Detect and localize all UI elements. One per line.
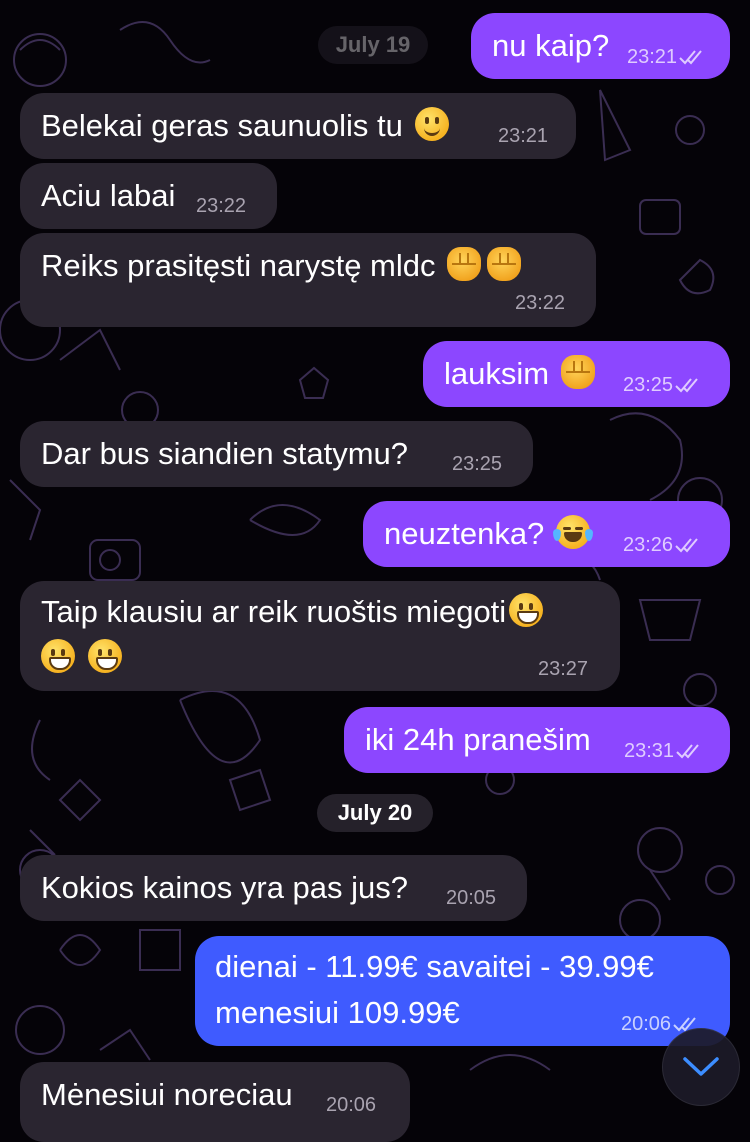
message-time: 23:27 <box>538 658 589 680</box>
message-text: Dar bus siandien statymu? <box>41 436 409 471</box>
message-outgoing[interactable]: neuztenka? 23:26 <box>363 501 730 567</box>
message-time: 23:31 <box>624 740 675 762</box>
message-meta: 23:31 <box>624 739 702 763</box>
oncoming-fist-emoji <box>447 247 482 281</box>
message-text: Kokios kainos yra pas jus? <box>41 870 409 905</box>
message-text: Reiks prasitęsti narystę mldc <box>41 243 524 289</box>
message-text: nu kaip? <box>492 28 610 63</box>
message-incoming[interactable]: Mėnesiui noreciau 20:06 <box>20 1062 410 1142</box>
message-outgoing[interactable]: lauksim 23:25 <box>423 341 730 407</box>
message-time: 20:05 <box>446 887 497 909</box>
message-time: 20:06 <box>326 1094 377 1116</box>
message-incoming[interactable]: Dar bus siandien statymu? 23:25 <box>20 421 533 487</box>
chat-message-list: July 19 nu kaip? 23:21 Belekai geras sau… <box>0 0 750 1142</box>
grinning-face-emoji <box>509 593 544 627</box>
message-outgoing[interactable]: nu kaip? 23:21 <box>471 13 730 79</box>
message-incoming[interactable]: Reiks prasitęsti narystę mldc 23:22 <box>20 233 596 327</box>
message-time: 23:26 <box>623 534 674 556</box>
message-text: iki 24h pranešim <box>365 722 591 757</box>
message-outgoing[interactable]: dienai - 11.99€ savaitei - 39.99€ menesi… <box>195 936 730 1046</box>
message-incoming[interactable]: Aciu labai 23:22 <box>20 163 277 229</box>
message-text: Mėnesiui noreciau <box>41 1077 293 1112</box>
message-meta: 23:26 <box>623 533 701 557</box>
message-time: 20:06 <box>621 1013 672 1035</box>
message-text: lauksim <box>444 351 598 397</box>
double-check-icon <box>676 744 699 759</box>
face-with-tears-of-joy-emoji <box>552 515 593 549</box>
date-separator: July 19 <box>318 26 428 64</box>
grinning-face-emoji <box>41 639 75 673</box>
double-check-icon <box>679 50 702 65</box>
message-incoming[interactable]: Belekai geras saunuolis tu 23:21 <box>20 93 576 159</box>
message-time: 23:21 <box>627 46 678 68</box>
message-time: 23:22 <box>515 292 566 314</box>
message-time: 23:22 <box>196 195 247 217</box>
message-meta: 23:21 <box>627 45 705 69</box>
message-outgoing[interactable]: iki 24h pranešim 23:31 <box>344 707 730 773</box>
message-time: 23:21 <box>498 125 549 147</box>
message-text: Belekai geras saunuolis tu <box>41 103 452 149</box>
message-time: 23:25 <box>452 453 503 475</box>
chevron-down-icon <box>683 1057 719 1076</box>
oncoming-fist-emoji <box>487 247 522 281</box>
message-meta: 23:25 <box>623 373 701 397</box>
message-time: 23:25 <box>623 374 674 396</box>
message-text: Taip klausiu ar reik ruoštis miegoti <box>41 589 546 635</box>
message-emoji-line <box>38 635 125 681</box>
message-incoming[interactable]: Kokios kainos yra pas jus? 20:05 <box>20 855 527 921</box>
double-check-icon <box>675 378 698 393</box>
scroll-to-bottom-button[interactable] <box>662 1028 740 1106</box>
message-incoming[interactable]: Taip klausiu ar reik ruoštis miegoti 23:… <box>20 581 620 691</box>
message-text: neuztenka? <box>384 511 593 557</box>
slightly-smiling-face-emoji <box>414 107 449 141</box>
date-separator: July 20 <box>317 794 433 832</box>
double-check-icon <box>675 538 698 553</box>
oncoming-fist-emoji <box>560 355 595 389</box>
grinning-face-emoji <box>88 639 122 673</box>
message-text-line: dienai - 11.99€ savaitei - 39.99€ <box>215 949 654 984</box>
message-text: Aciu labai <box>41 178 176 213</box>
message-text-line: menesiui 109.99€ <box>215 995 460 1030</box>
